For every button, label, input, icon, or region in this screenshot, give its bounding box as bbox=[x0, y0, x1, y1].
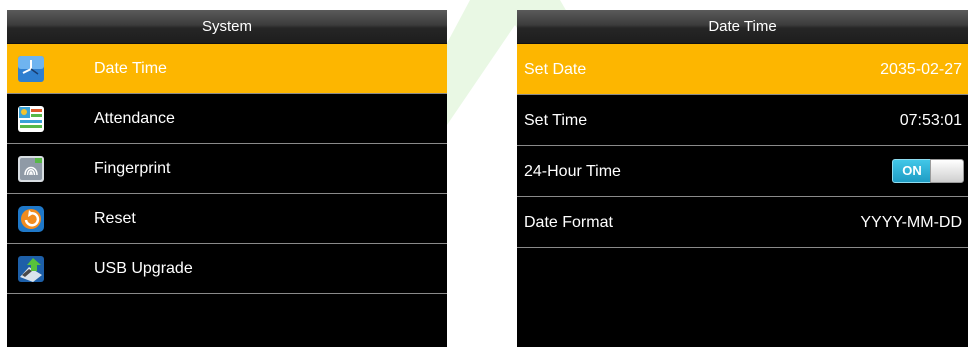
setting-label: 24-Hour Time bbox=[524, 163, 621, 180]
system-title-bar: System bbox=[7, 10, 447, 44]
24-hour-toggle[interactable]: ON bbox=[892, 159, 964, 183]
setting-row-24-hour-time[interactable]: 24-Hour Time ON bbox=[517, 146, 968, 197]
clock-icon bbox=[18, 56, 44, 82]
menu-item-usb-upgrade[interactable]: USB Upgrade bbox=[7, 244, 447, 294]
menu-item-label: Reset bbox=[94, 210, 136, 227]
fingerprint-icon bbox=[18, 156, 44, 182]
setting-value: 07:53:01 bbox=[899, 112, 962, 129]
menu-item-reset[interactable]: Reset bbox=[7, 194, 447, 244]
toggle-on-label: ON bbox=[892, 159, 932, 183]
system-title: System bbox=[201, 18, 252, 35]
setting-value: YYYY-MM-DD bbox=[860, 214, 962, 231]
menu-item-fingerprint[interactable]: Fingerprint bbox=[7, 144, 447, 194]
setting-label: Date Format bbox=[524, 214, 613, 231]
setting-row-set-date[interactable]: Set Date 2035-02-27 bbox=[517, 44, 968, 95]
setting-label: Set Date bbox=[524, 61, 587, 78]
date-time-screen: Date Time Set Date 2035-02-27 Set Time 0… bbox=[517, 10, 968, 347]
menu-item-label: Fingerprint bbox=[94, 160, 171, 177]
system-menu-screen: System Date Time Attendance Fingerprint … bbox=[7, 10, 447, 347]
date-time-title-bar: Date Time bbox=[517, 10, 968, 44]
reset-icon bbox=[18, 206, 44, 232]
menu-item-label: Attendance bbox=[94, 110, 175, 127]
menu-item-label: Date Time bbox=[94, 60, 167, 77]
menu-item-attendance[interactable]: Attendance bbox=[7, 94, 447, 144]
setting-row-date-format[interactable]: Date Format YYYY-MM-DD bbox=[517, 197, 968, 248]
date-time-title: Date Time bbox=[708, 18, 777, 35]
menu-item-label: USB Upgrade bbox=[94, 260, 193, 277]
attendance-icon bbox=[18, 106, 44, 132]
toggle-knob bbox=[930, 159, 964, 183]
setting-row-set-time[interactable]: Set Time 07:53:01 bbox=[517, 95, 968, 146]
menu-item-date-time[interactable]: Date Time bbox=[7, 44, 447, 94]
setting-label: Set Time bbox=[524, 112, 588, 129]
setting-value: 2035-02-27 bbox=[880, 61, 962, 78]
usb-upgrade-icon bbox=[18, 256, 44, 282]
